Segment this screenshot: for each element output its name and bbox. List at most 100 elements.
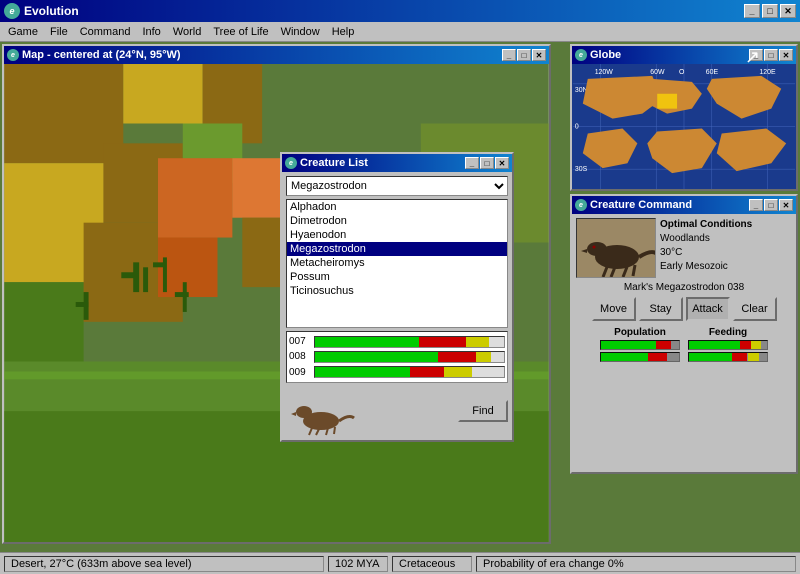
close-btn[interactable]: ✕ bbox=[780, 4, 796, 18]
bar-007-green bbox=[315, 337, 419, 347]
progress-bar-009 bbox=[314, 366, 505, 378]
creature-cmd-controls: _ □ ✕ bbox=[749, 199, 793, 211]
find-button[interactable]: Find bbox=[458, 400, 508, 422]
svg-text:60W: 60W bbox=[650, 69, 665, 76]
feed-bar-1-green bbox=[689, 341, 740, 349]
map-minimize-btn[interactable]: _ bbox=[502, 49, 516, 61]
population-bar-2 bbox=[600, 352, 680, 362]
population-label: Population bbox=[614, 327, 666, 338]
menu-game[interactable]: Game bbox=[2, 24, 44, 40]
status-mya: 102 MYA bbox=[328, 556, 388, 572]
list-item-megazostrodon[interactable]: Megazostrodon bbox=[287, 242, 507, 256]
bar-009-red bbox=[410, 367, 444, 377]
list-item-dimetrodon[interactable]: Dimetrodon bbox=[287, 214, 507, 228]
feed-bar-2-yellow bbox=[748, 353, 760, 361]
creature-list-maximize-btn[interactable]: □ bbox=[480, 157, 494, 169]
svg-text:120E: 120E bbox=[759, 69, 776, 76]
bar-007-yellow bbox=[466, 337, 489, 347]
globe-window-controls: _ □ ✕ bbox=[749, 49, 793, 61]
stats-row: Population Feeding bbox=[576, 327, 792, 362]
globe-title: Globe bbox=[590, 49, 621, 61]
feeding-bar-1 bbox=[688, 340, 768, 350]
progress-row-007: 007 bbox=[289, 336, 505, 348]
menu-command[interactable]: Command bbox=[74, 24, 137, 40]
list-item-possum[interactable]: Possum bbox=[287, 270, 507, 284]
optimal-temp: 30°C bbox=[660, 246, 752, 260]
globe-svg: 120W 60W O 60E 120E 30N 0 30S bbox=[572, 64, 796, 189]
app-icon: e bbox=[4, 3, 20, 19]
creature-listbox[interactable]: Alphadon Dimetrodon Hyaenodon Megazostro… bbox=[286, 199, 508, 328]
globe-content[interactable]: 120W 60W O 60E 120E 30N 0 30S bbox=[572, 64, 796, 189]
title-bar-controls: _ □ ✕ bbox=[744, 4, 796, 18]
status-era: Cretaceous bbox=[392, 556, 472, 572]
pop-bar-1-fill bbox=[601, 341, 656, 349]
clear-button[interactable]: Clear bbox=[733, 297, 777, 321]
menu-help[interactable]: Help bbox=[326, 24, 361, 40]
map-maximize-btn[interactable]: □ bbox=[517, 49, 531, 61]
bottom-row: Find bbox=[286, 386, 508, 436]
creature-list-window: e Creature List _ □ ✕ Megazostrodon Alph… bbox=[280, 152, 514, 442]
list-item-hyaenodon[interactable]: Hyaenodon bbox=[287, 228, 507, 242]
feeding-stat: Feeding bbox=[688, 327, 768, 362]
menu-world[interactable]: World bbox=[167, 24, 208, 40]
attack-button[interactable]: Attack bbox=[686, 297, 730, 321]
main-area: e Map - centered at (24°N, 95°W) _ □ ✕ bbox=[0, 42, 800, 572]
creature-miniature bbox=[286, 386, 356, 436]
creature-list-controls: _ □ ✕ bbox=[465, 157, 509, 169]
svg-text:120W: 120W bbox=[595, 69, 614, 76]
pop-bar-2-red bbox=[648, 353, 668, 361]
pop-bar-2-fill bbox=[601, 353, 648, 361]
list-item-ticinosuchus[interactable]: Ticinosuchus bbox=[287, 284, 507, 298]
feeding-bar-2 bbox=[688, 352, 768, 362]
feeding-bars bbox=[688, 340, 768, 362]
creature-progress-section: 007 008 009 bbox=[286, 331, 508, 383]
creature-name-label: Mark's Megazostrodon 038 bbox=[576, 282, 792, 293]
progress-label-007: 007 bbox=[289, 336, 311, 347]
creature-list-close-btn[interactable]: ✕ bbox=[495, 157, 509, 169]
menu-window[interactable]: Window bbox=[275, 24, 326, 40]
map-title-bar: e Map - centered at (24°N, 95°W) _ □ ✕ bbox=[4, 46, 549, 64]
maximize-btn[interactable]: □ bbox=[762, 4, 778, 18]
creature-list-title: Creature List bbox=[300, 157, 368, 169]
optimal-era: Early Mesozoic bbox=[660, 260, 752, 274]
title-bar: e Evolution _ □ ✕ bbox=[0, 0, 800, 22]
menu-info[interactable]: Info bbox=[136, 24, 166, 40]
optimal-title: Optimal Conditions bbox=[660, 218, 752, 232]
creature-portrait bbox=[576, 218, 656, 278]
creature-cmd-title: Creature Command bbox=[590, 199, 692, 211]
globe-minimize-btn[interactable]: _ bbox=[749, 49, 763, 61]
creature-cmd-minimize-btn[interactable]: _ bbox=[749, 199, 763, 211]
menu-bar: Game File Command Info World Tree of Lif… bbox=[0, 22, 800, 42]
creature-list-icon: e bbox=[285, 157, 297, 169]
status-probability: Probability of era change 0% bbox=[476, 556, 796, 572]
stay-button[interactable]: Stay bbox=[639, 297, 683, 321]
progress-row-009: 009 bbox=[289, 366, 505, 378]
minimize-btn[interactable]: _ bbox=[744, 4, 760, 18]
feed-bar-1-red bbox=[740, 341, 752, 349]
list-item-alphadon[interactable]: Alphadon bbox=[287, 200, 507, 214]
creature-preview: Optimal Conditions Woodlands 30°C Early … bbox=[576, 218, 792, 278]
bar-009-yellow bbox=[444, 367, 472, 377]
move-button[interactable]: Move bbox=[592, 297, 636, 321]
app-title: Evolution bbox=[24, 4, 79, 18]
creature-dropdown[interactable]: Megazostrodon Alphadon Dimetrodon Ticino… bbox=[286, 176, 508, 196]
globe-maximize-btn[interactable]: □ bbox=[764, 49, 778, 61]
svg-text:0: 0 bbox=[575, 123, 579, 130]
population-bars bbox=[600, 340, 680, 362]
svg-text:30S: 30S bbox=[575, 166, 588, 173]
progress-bar-007 bbox=[314, 336, 505, 348]
progress-label-009: 009 bbox=[289, 367, 311, 378]
menu-tree-of-life[interactable]: Tree of Life bbox=[207, 24, 274, 40]
progress-row-008: 008 bbox=[289, 351, 505, 363]
globe-close-btn[interactable]: ✕ bbox=[779, 49, 793, 61]
status-terrain: Desert, 27°C (633m above sea level) bbox=[4, 556, 324, 572]
creature-cmd-close-btn[interactable]: ✕ bbox=[779, 199, 793, 211]
status-bar: Desert, 27°C (633m above sea level) 102 … bbox=[0, 552, 800, 574]
bar-008-red bbox=[438, 352, 476, 362]
list-item-metacheiromys[interactable]: Metacheiromys bbox=[287, 256, 507, 270]
menu-file[interactable]: File bbox=[44, 24, 74, 40]
creature-list-minimize-btn[interactable]: _ bbox=[465, 157, 479, 169]
population-bar-1 bbox=[600, 340, 680, 350]
creature-cmd-maximize-btn[interactable]: □ bbox=[764, 199, 778, 211]
map-close-btn[interactable]: ✕ bbox=[532, 49, 546, 61]
